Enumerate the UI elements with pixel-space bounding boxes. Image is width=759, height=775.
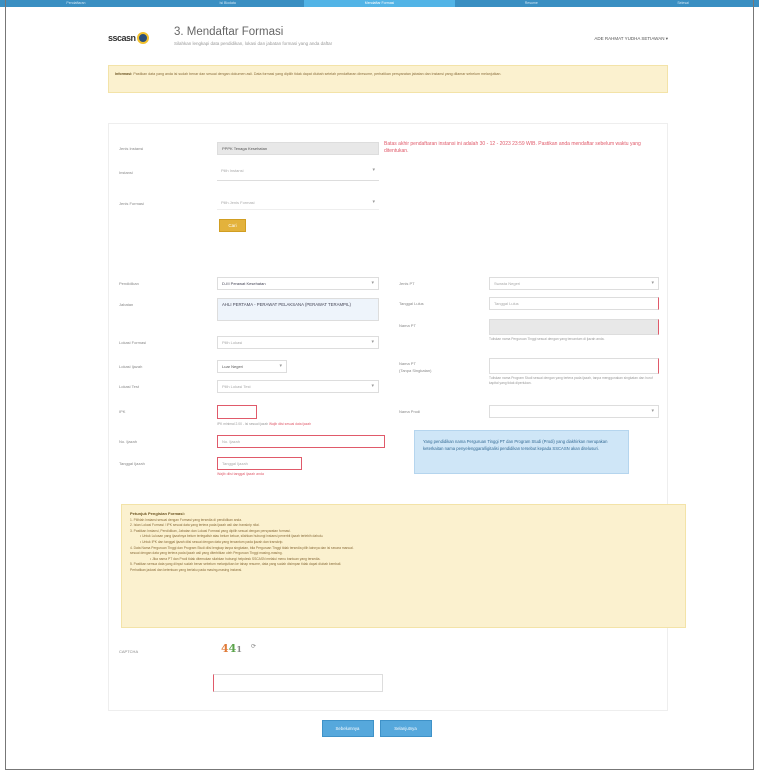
instansi-select[interactable]: Pilih Instansi <box>217 165 379 181</box>
lokasi-ijazah-label: Lokasi Ijazah <box>119 364 143 369</box>
page-title: 3. Mendaftar Formasi <box>174 26 284 38</box>
page-subtitle: Silahkan lengkapi data pendidikan, lokas… <box>174 41 333 46</box>
sscasn-logo[interactable]: sscasn <box>108 32 149 44</box>
info-alert: Informasi: Pastikan data yang anda isi s… <box>108 65 668 93</box>
cari-button[interactable]: Cari <box>219 219 246 232</box>
nama-pt-input[interactable] <box>489 319 659 335</box>
nama-prodi-help: Tuliskan nama Program Studi sesuai denga… <box>489 376 653 385</box>
tanggal-lulus-label: Tanggal Lulus <box>399 301 424 306</box>
notes-list: 1. Pilihlah Instansi sesuai dengan Forma… <box>130 518 677 574</box>
tanggal-ijazah-error: Wajib diisi tanggal ijazah anda <box>217 472 264 476</box>
captcha-label: CAPTCHA <box>119 649 139 654</box>
jenis-pt-select[interactable]: Swasta Negeri <box>489 277 659 290</box>
nama-prodi-input[interactable] <box>489 358 659 374</box>
nama-prodi-label: Nama PT <box>399 361 416 366</box>
jenis-instansi-label: Jenis Instansi <box>119 146 144 151</box>
notes-title: Petunjuk Pengisian Formasi: <box>130 511 185 516</box>
lokasi-ijazah-select[interactable]: Luar Negeri <box>217 360 287 373</box>
lokasi-test-label: Lokasi Test <box>119 384 139 389</box>
ipk-input[interactable] <box>217 405 257 419</box>
captcha-char: 4 <box>221 642 229 655</box>
garuda-badge-icon <box>136 32 149 44</box>
nama-prodi-label-2: (Tanpa Singkatan) <box>399 368 432 373</box>
jabatan-label: Jabatan <box>119 302 134 307</box>
alert-bold: Informasi: <box>115 72 133 76</box>
instansi-label: Instansi <box>119 170 133 175</box>
page-header: sscasn 3. Mendaftar Formasi Silahkan len… <box>108 20 668 60</box>
captcha-image: 441 <box>221 642 242 655</box>
back-button[interactable]: Sebelumnya <box>321 720 374 737</box>
ipk-help-wrap: IPK minimal 2.00 - Isi sesuai ijazah Waj… <box>217 422 357 427</box>
logo-text: sscasn <box>108 33 136 43</box>
no-ijazah-input[interactable]: No. Ijazah <box>217 435 385 448</box>
tanggal-lulus-input[interactable]: Tanggal Lulus <box>489 297 659 310</box>
nama-pt-help: Tuliskan nama Perguruan Tinggi sesuai de… <box>489 337 605 341</box>
ipk-help-red: Wajib diisi sesuai data ijazah <box>269 422 312 426</box>
jenis-formasi-label: Jenis Formasi <box>119 201 144 206</box>
ipk-help: IPK minimal 2.00 - Isi sesuai ijazah <box>217 422 269 426</box>
captcha-input[interactable] <box>213 674 383 692</box>
captcha-char: 1 <box>236 644 242 654</box>
footer-buttons: Sebelumnya Selanjutnya <box>0 720 759 737</box>
no-ijazah-label: No. Ijazah <box>119 439 138 444</box>
pendidikan-label: Pendidikan <box>119 281 139 286</box>
akreditasi-label: Nama Prodi <box>399 409 421 414</box>
user-menu-dropdown[interactable]: ADE RAHMAT YUDHA SETIAWAN ▾ <box>594 36 668 42</box>
lokasi-formasi-label: Lokasi Formasi <box>119 340 147 345</box>
captcha-char: 4 <box>228 642 237 655</box>
alert-text: Pastikan data yang anda isi sudah benar … <box>133 72 502 76</box>
jenis-formasi-select[interactable]: Pilih Jenis Formasi <box>217 197 379 210</box>
petunjuk-notes: Petunjuk Pengisian Formasi: 1. Pilihlah … <box>121 504 686 628</box>
deadline-warning: Batas akhir pendaftaran instansi ini ada… <box>384 141 641 154</box>
title-wrap: 3. Mendaftar Formasi Silahkan lengkapi d… <box>174 26 332 46</box>
tanggal-ijazah-input[interactable]: Tanggal Ijazah <box>217 457 302 470</box>
notes-item: Perhatikan jadwal dan ketentuan yang ber… <box>130 567 243 572</box>
lokasi-formasi-select[interactable]: Pilih Lokasi <box>217 336 379 349</box>
form-panel: Jenis Instansi PPPK Tenaga Kesehatan Bat… <box>108 123 686 711</box>
jabatan-field[interactable]: AHLI PERTAMA - PERAWAT PELAKSANA (PERAWA… <box>217 298 379 321</box>
pt-info-box: Yang pendidikan nama Perguruan Tinggi PT… <box>414 430 629 474</box>
jenis-instansi-field[interactable]: PPPK Tenaga Kesehatan <box>217 142 379 155</box>
lokasi-test-select[interactable]: Pilih Lokasi Test <box>217 380 379 393</box>
pendidikan-select[interactable]: D-III Perawat Kesehatan <box>217 277 379 290</box>
ipk-label: IPK <box>119 409 126 414</box>
nama-pt-label: Nama PT <box>399 323 416 328</box>
tanggal-ijazah-label: Tanggal Ijazah <box>119 461 145 466</box>
jenis-pt-label: Jenis PT <box>399 281 415 286</box>
refresh-captcha-icon[interactable]: ⟳ <box>251 643 256 650</box>
next-button[interactable]: Selanjutnya <box>379 720 432 737</box>
akreditasi-select[interactable] <box>489 405 659 418</box>
